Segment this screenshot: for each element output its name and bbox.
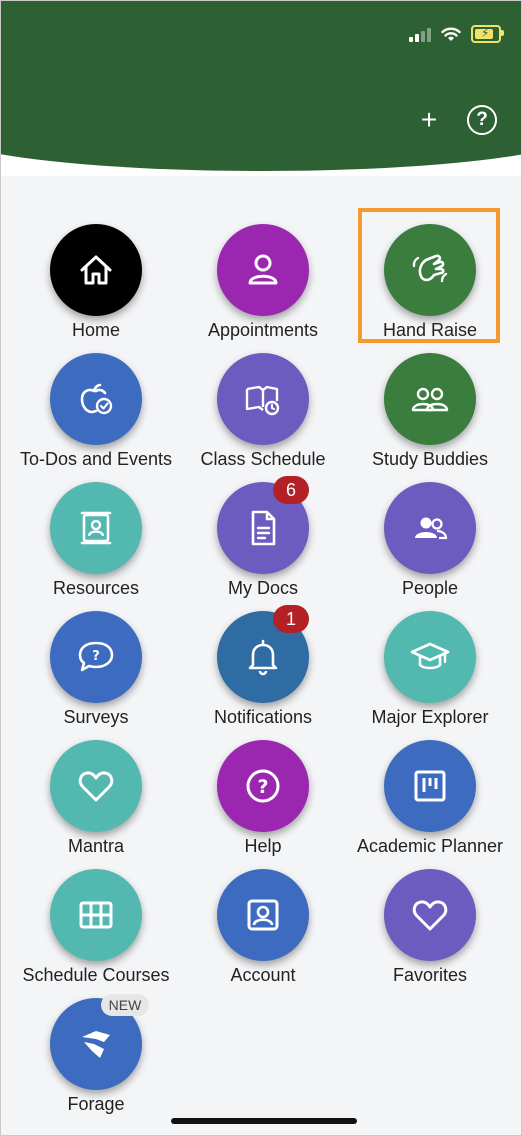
tile-label: Academic Planner xyxy=(356,836,504,856)
notifications-count-badge: 1 xyxy=(273,605,309,633)
header-actions: + ? xyxy=(415,105,497,135)
tile-appointments[interactable]: Appointments xyxy=(180,210,346,340)
tile-forage[interactable]: Forage xyxy=(13,984,179,1114)
tile-academic-planner[interactable]: Academic Planner xyxy=(347,726,513,856)
help-button[interactable]: ? xyxy=(467,105,497,135)
tile-label: Home xyxy=(71,320,120,340)
person-icon xyxy=(217,224,309,316)
heart-icon xyxy=(50,740,142,832)
tile-todos-events[interactable]: To-Dos and Events xyxy=(13,339,179,469)
tile-label: Favorites xyxy=(392,965,468,985)
contact-card-icon xyxy=(50,482,142,574)
tile-label: Forage xyxy=(67,1094,125,1114)
tile-notifications[interactable]: Notifications xyxy=(180,597,346,727)
heart-icon xyxy=(384,869,476,961)
people-icon xyxy=(384,482,476,574)
tile-label: People xyxy=(401,578,459,598)
tile-favorites[interactable]: Favorites xyxy=(347,855,513,985)
hand-raise-highlight xyxy=(358,208,500,343)
tile-class-schedule[interactable]: Class Schedule xyxy=(180,339,346,469)
home-indicator[interactable] xyxy=(171,1118,357,1124)
home-icon xyxy=(50,224,142,316)
tile-label: Class Schedule xyxy=(200,449,326,469)
battery-icon: ⚡ xyxy=(471,25,504,43)
help-circle-icon: ? xyxy=(217,740,309,832)
tile-label: Notifications xyxy=(213,707,313,727)
planner-board-icon xyxy=(384,740,476,832)
tile-label: Account xyxy=(230,965,296,985)
tile-label: Major Explorer xyxy=(371,707,489,727)
tile-grid: Home Appointments Hand Raise To-Dos and … xyxy=(1,206,521,1135)
header: ⚡ + ? xyxy=(1,1,521,176)
tile-major-explorer[interactable]: Major Explorer xyxy=(347,597,513,727)
tile-label: Appointments xyxy=(207,320,319,340)
add-button[interactable]: + xyxy=(415,106,443,134)
apple-check-icon xyxy=(50,353,142,445)
tile-resources[interactable]: Resources xyxy=(13,468,179,598)
tile-label: My Docs xyxy=(227,578,298,598)
account-card-icon xyxy=(217,869,309,961)
tile-my-docs[interactable]: My Docs xyxy=(180,468,346,598)
tile-schedule-courses[interactable]: Schedule Courses xyxy=(13,855,179,985)
study-buddies-icon xyxy=(384,353,476,445)
my-docs-count-badge: 6 xyxy=(273,476,309,504)
book-watch-icon xyxy=(217,353,309,445)
tile-label: To-Dos and Events xyxy=(19,449,173,469)
tile-people[interactable]: People xyxy=(347,468,513,598)
tile-account[interactable]: Account xyxy=(180,855,346,985)
svg-text:?: ? xyxy=(257,776,268,798)
grid-calendar-icon xyxy=(50,869,142,961)
tile-surveys[interactable]: ? Surveys xyxy=(13,597,179,727)
tile-mantra[interactable]: Mantra xyxy=(13,726,179,856)
wifi-icon xyxy=(441,27,461,41)
tile-label: Resources xyxy=(52,578,140,598)
tile-label: Help xyxy=(244,836,282,856)
tile-label: Mantra xyxy=(67,836,125,856)
status-bar: ⚡ xyxy=(409,25,504,43)
tile-home[interactable]: Home xyxy=(13,210,179,340)
svg-text:?: ? xyxy=(92,649,100,664)
tile-label: Schedule Courses xyxy=(22,965,170,985)
tile-label: Surveys xyxy=(63,707,129,727)
app-screen: ⚡ + ? Home Appointments Hand Raise To-Do… xyxy=(0,0,522,1136)
tile-label: Study Buddies xyxy=(371,449,489,469)
tile-study-buddies[interactable]: Study Buddies xyxy=(347,339,513,469)
speech-question-icon: ? xyxy=(50,611,142,703)
graduation-cap-icon xyxy=(384,611,476,703)
signal-icon xyxy=(409,26,431,42)
new-badge: NEW xyxy=(101,994,149,1016)
tile-help[interactable]: ? Help xyxy=(180,726,346,856)
